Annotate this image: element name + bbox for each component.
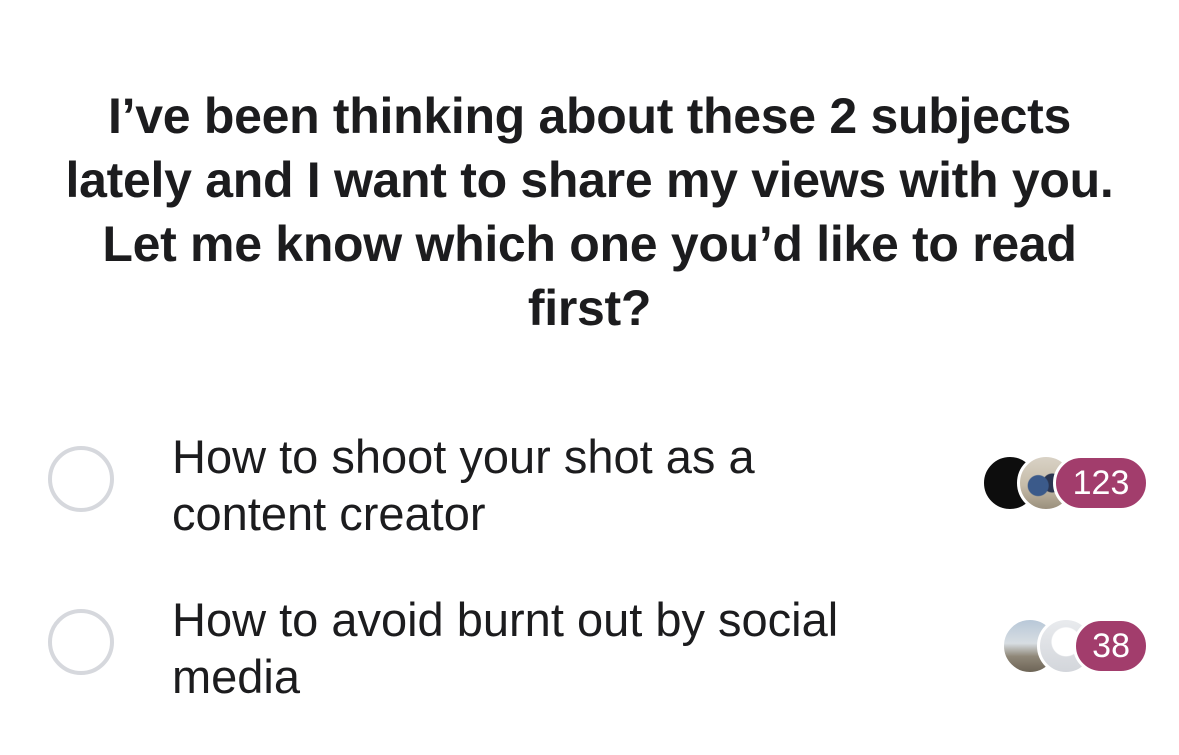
voter-facepile[interactable]: 38 (1001, 616, 1149, 676)
radio-button[interactable] (48, 446, 114, 512)
poll-option-2[interactable]: How to avoid burnt out by social media 3… (0, 585, 1179, 705)
poll-option-label[interactable]: How to shoot your shot as a content crea… (172, 428, 892, 542)
poll-option-1[interactable]: How to shoot your shot as a content crea… (0, 422, 1179, 542)
vote-count-badge: 123 (1053, 455, 1149, 511)
radio-button[interactable] (48, 609, 114, 675)
poll-option-label[interactable]: How to avoid burnt out by social media (172, 591, 892, 705)
vote-count-badge: 38 (1073, 618, 1149, 674)
poll-question: I’ve been thinking about these 2 subject… (65, 88, 1114, 336)
voter-facepile[interactable]: 123 (981, 453, 1149, 513)
poll-card: I’ve been thinking about these 2 subject… (0, 0, 1179, 755)
